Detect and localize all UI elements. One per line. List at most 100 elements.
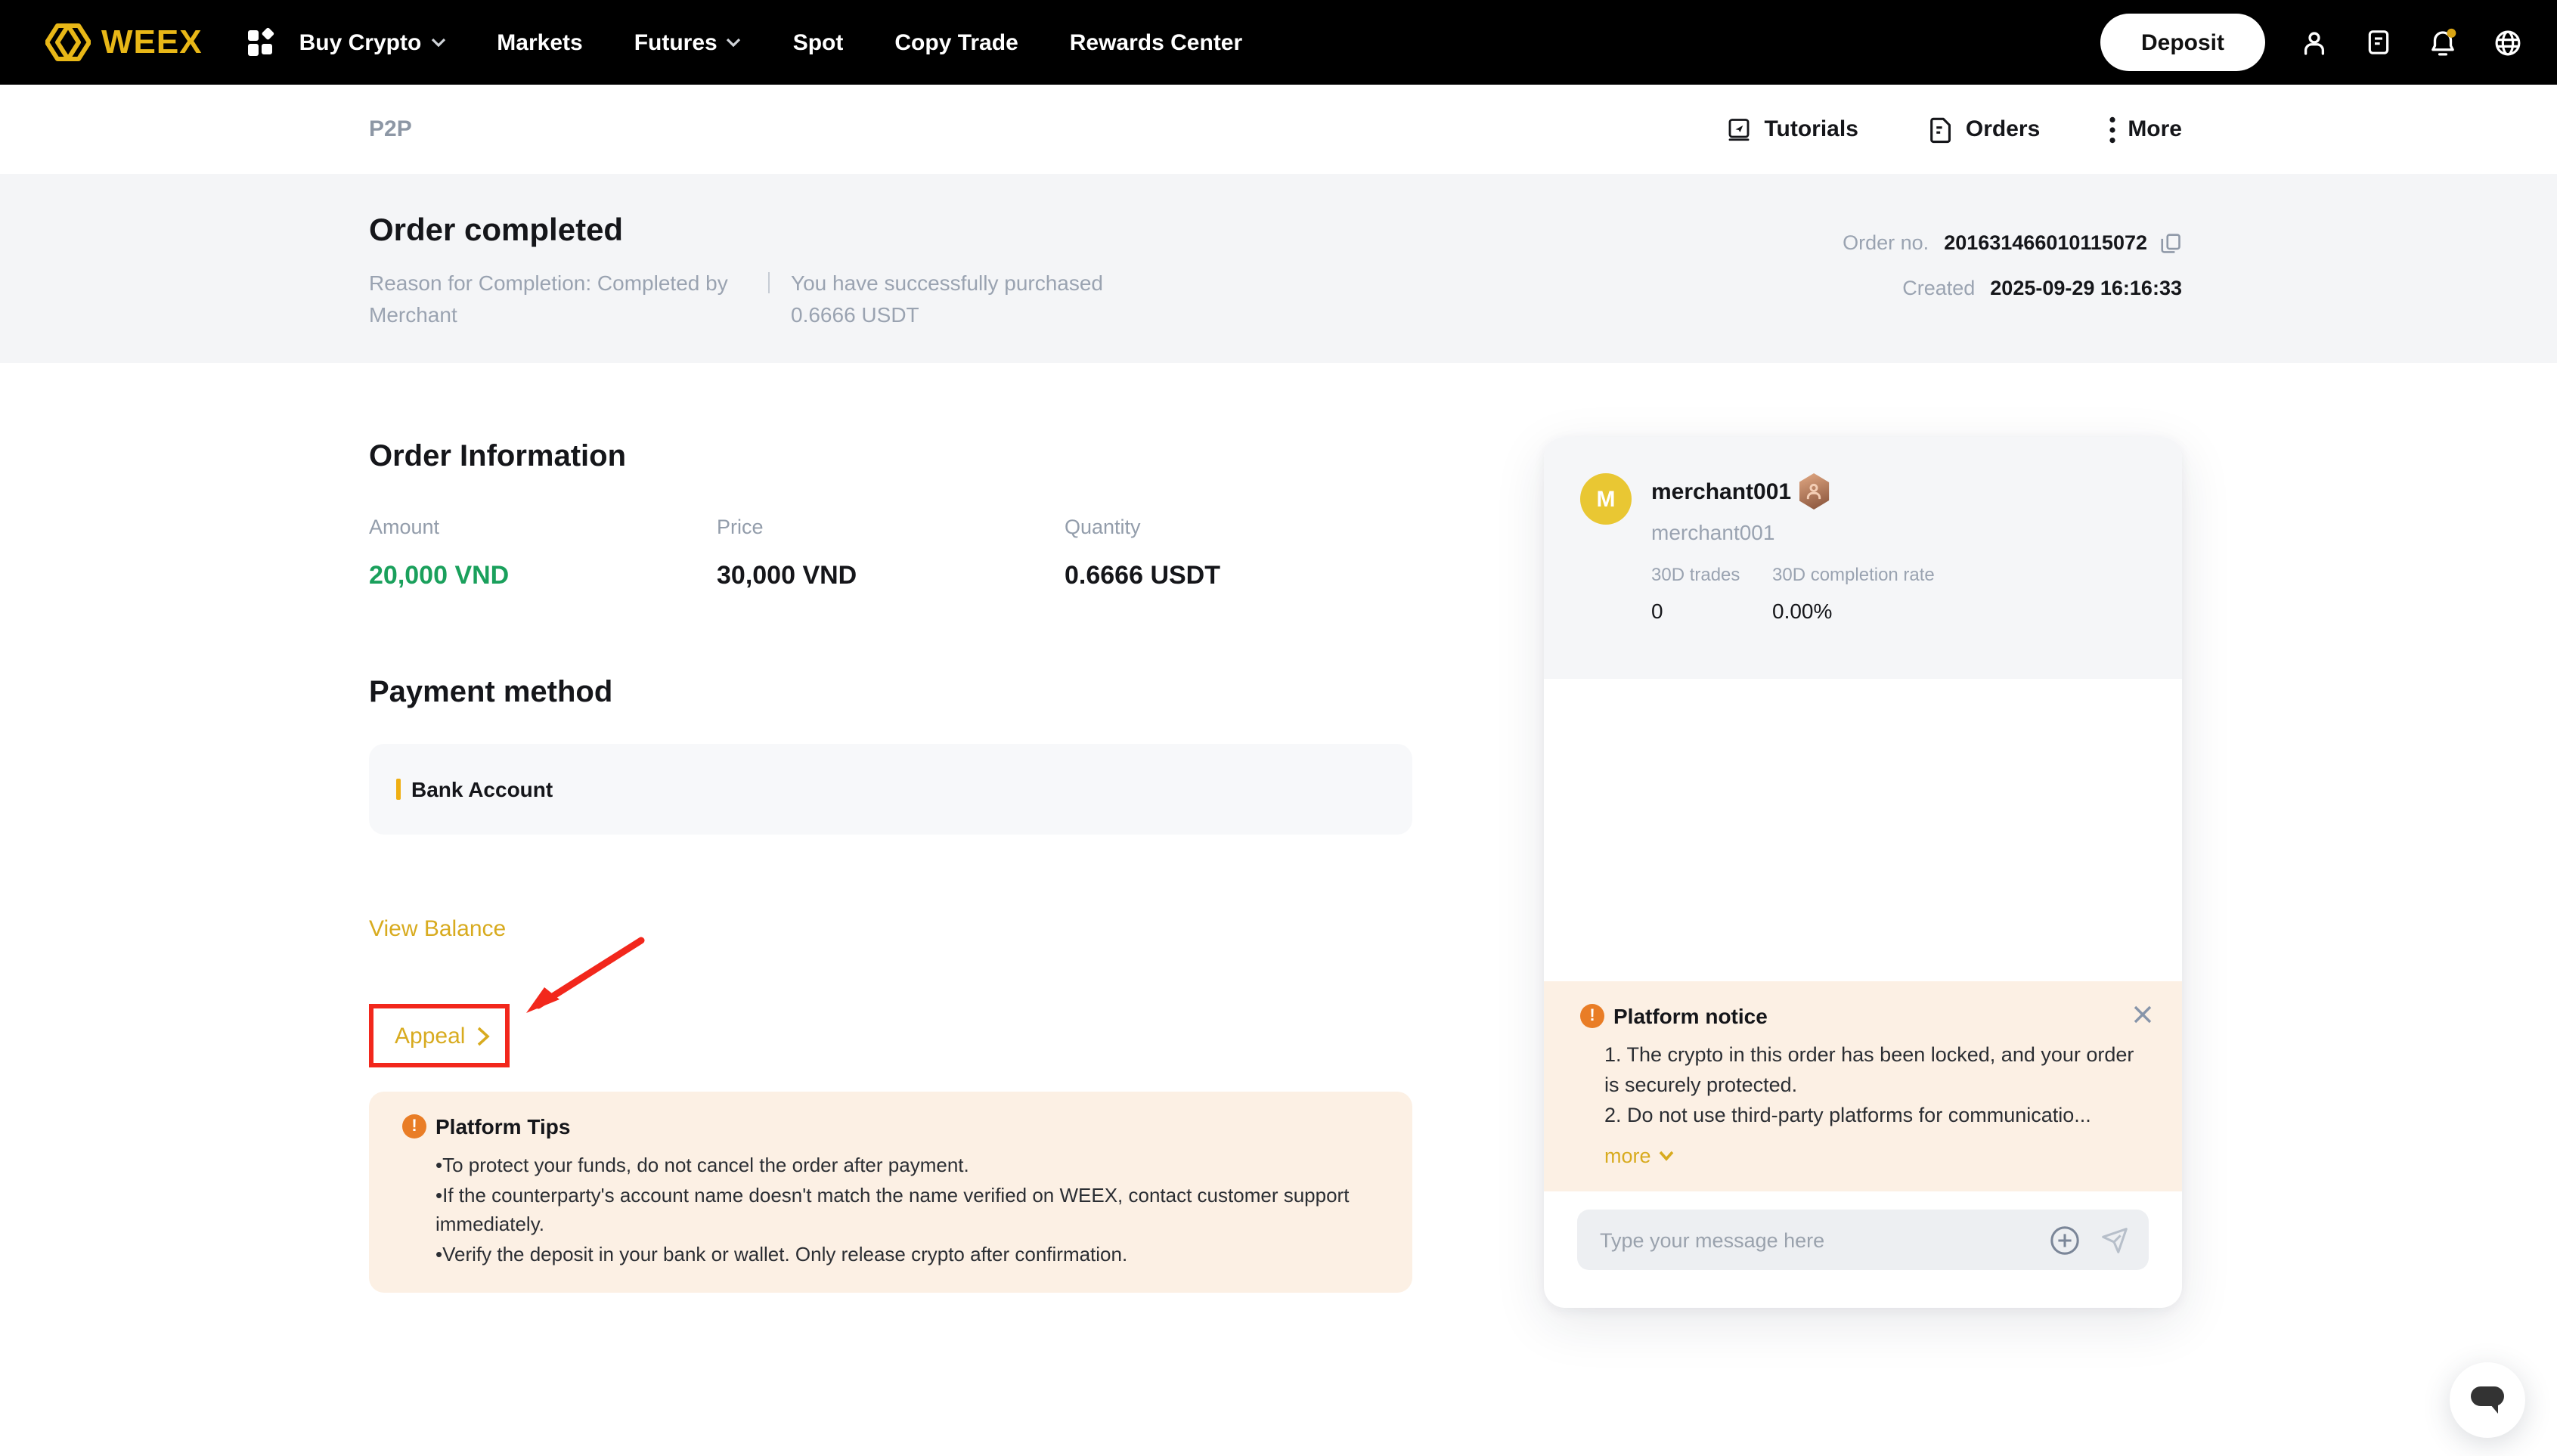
order-status-subtext: Reason for Completion: Completed by Merc…: [369, 268, 1142, 331]
merchant-subname: merchant001: [1651, 520, 1829, 544]
deposit-button[interactable]: Deposit: [2100, 14, 2265, 71]
orders-history-icon[interactable]: [2363, 27, 2394, 57]
chevron-right-icon: [476, 1026, 489, 1046]
weex-logo-icon: [45, 23, 91, 62]
payment-method-card[interactable]: Bank Account: [369, 744, 1412, 835]
purchase-summary: You have successfully purchased 0.6666 U…: [791, 268, 1142, 331]
created-label: Created: [1902, 277, 1975, 299]
apps-grid-icon[interactable]: [245, 27, 275, 57]
order-information-heading: Order Information: [369, 440, 1412, 475]
merchant-row: M merchant001 merchant001: [1580, 473, 2149, 544]
message-input-bar: [1577, 1210, 2149, 1270]
more-menu[interactable]: More: [2109, 116, 2182, 143]
tutorials-link[interactable]: Tutorials: [1725, 116, 1858, 143]
breadcrumb-p2p[interactable]: P2P: [369, 116, 412, 142]
warning-exclamation-icon: [1580, 1004, 1604, 1028]
chevron-down-icon: [727, 38, 742, 47]
price-value: 30,000 VND: [717, 561, 1065, 591]
merchant-avatar[interactable]: M: [1580, 473, 1632, 525]
appeal-link[interactable]: Appeal: [395, 1023, 489, 1049]
platform-notice-lines: 1. The crypto in this order has been loc…: [1604, 1040, 2152, 1131]
order-no-row: Order no. 201631466010115072: [1843, 231, 2182, 254]
platform-notice: Platform notice 1. The crypto in this or…: [1544, 981, 2182, 1191]
notice-line: 1. The crypto in this order has been loc…: [1604, 1040, 2152, 1101]
notifications-bell-icon[interactable]: [2427, 26, 2459, 58]
copy-icon[interactable]: [2161, 232, 2182, 253]
nav-item-rewards-center[interactable]: Rewards Center: [1070, 29, 1242, 55]
platform-notice-title: Platform notice: [1613, 1004, 1768, 1028]
chat-bubble-icon: [2468, 1383, 2507, 1417]
amount-field: Amount 20,000 VND: [369, 516, 717, 591]
stat-label: 30D trades: [1651, 564, 1772, 585]
chat-panel: M merchant001 merchant001: [1544, 437, 2182, 1308]
payment-method-heading: Payment method: [369, 676, 1412, 711]
platform-tips-title: Platform Tips: [435, 1114, 570, 1138]
platform-notice-header: Platform notice: [1580, 1004, 2152, 1028]
stat-value: 0.00%: [1772, 599, 1935, 623]
divider: [768, 272, 770, 293]
notice-more-link[interactable]: more: [1604, 1145, 1674, 1167]
tip-item: •To protect your funds, do not cancel th…: [435, 1151, 1382, 1180]
close-icon[interactable]: [2132, 1004, 2153, 1025]
tutorials-book-icon: [1725, 116, 1752, 143]
completion-reason: Reason for Completion: Completed by Merc…: [369, 268, 765, 331]
kebab-menu-icon: [2109, 116, 2115, 143]
attach-plus-icon[interactable]: [2049, 1224, 2081, 1256]
quantity-field: Quantity 0.6666 USDT: [1065, 516, 1412, 591]
merchant-stats: 30D trades 0 30D completion rate 0.00%: [1651, 564, 2149, 623]
profile-icon[interactable]: [2298, 26, 2330, 58]
orders-link[interactable]: Orders: [1928, 116, 2040, 143]
nav-item-markets[interactable]: Markets: [497, 29, 582, 55]
tip-item: •Verify the deposit in your bank or wall…: [435, 1239, 1382, 1269]
quantity-value: 0.6666 USDT: [1065, 561, 1412, 591]
weex-logo[interactable]: WEEX: [45, 23, 203, 62]
nav-item-copy-trade[interactable]: Copy Trade: [894, 29, 1018, 55]
price-label: Price: [717, 516, 1065, 538]
order-status-band: Order completed Reason for Completion: C…: [0, 174, 2557, 363]
chat-input-row: [1544, 1191, 2182, 1308]
top-navbar: WEEX Buy Crypto Markets Futures Spot Cop…: [0, 0, 2557, 85]
order-meta: Order no. 201631466010115072 Created 202…: [1843, 213, 2182, 363]
stat-value: 0: [1651, 599, 1772, 623]
order-no-value: 201631466010115072: [1944, 231, 2147, 254]
appeal-annotation-box: Appeal: [369, 1004, 510, 1067]
amount-value: 20,000 VND: [369, 561, 717, 591]
payment-method-name: Bank Account: [411, 777, 553, 801]
order-no-label: Order no.: [1843, 231, 1929, 254]
chevron-down-icon: [1659, 1151, 1674, 1161]
payment-method-color-bar: [396, 779, 401, 800]
weex-logo-text: WEEX: [101, 23, 203, 62]
merchant-info: merchant001 merchant001: [1651, 473, 1829, 544]
annotation-arrow: [499, 922, 665, 1043]
price-field: Price 30,000 VND: [717, 516, 1065, 591]
nav-menu: Buy Crypto Markets Futures Spot Copy Tra…: [299, 29, 1243, 55]
p2p-order-page: WEEX Buy Crypto Markets Futures Spot Cop…: [0, 0, 2557, 1456]
created-row: Created 2025-09-29 16:16:33: [1843, 277, 2182, 299]
chevron-down-icon: [430, 38, 445, 47]
platform-tips-header: Platform Tips: [402, 1114, 1382, 1138]
message-input[interactable]: [1600, 1228, 2031, 1251]
amount-label: Amount: [369, 516, 717, 538]
support-chat-button[interactable]: [2450, 1362, 2525, 1438]
warning-exclamation-icon: [402, 1114, 426, 1138]
nav-right-group: Deposit: [2100, 14, 2524, 71]
subnav-actions: Tutorials Orders More: [1725, 116, 2182, 143]
order-status-left: Order completed Reason for Completion: C…: [369, 213, 1142, 363]
nav-item-spot[interactable]: Spot: [793, 29, 844, 55]
language-globe-icon[interactable]: [2492, 26, 2524, 58]
view-balance-link[interactable]: View Balance: [369, 916, 506, 942]
platform-tips-list: •To protect your funds, do not cancel th…: [435, 1151, 1382, 1269]
platform-tips-box: Platform Tips •To protect your funds, do…: [369, 1092, 1412, 1293]
orders-file-icon: [1928, 116, 1954, 143]
created-value: 2025-09-29 16:16:33: [1990, 277, 2182, 299]
send-message-icon[interactable]: [2099, 1224, 2131, 1256]
order-fields: Amount 20,000 VND Price 30,000 VND Quant…: [369, 516, 1412, 591]
nav-item-buy-crypto[interactable]: Buy Crypto: [299, 29, 446, 55]
nav-item-futures[interactable]: Futures: [634, 29, 742, 55]
merchant-name[interactable]: merchant001: [1651, 479, 1791, 504]
order-status-title: Order completed: [369, 213, 1142, 249]
p2p-subnav: P2P Tutorials Orders: [0, 85, 2557, 174]
stat-label: 30D completion rate: [1772, 564, 1935, 585]
chat-message-area: [1544, 679, 2182, 981]
stat-30d-trades: 30D trades 0: [1651, 564, 1772, 623]
